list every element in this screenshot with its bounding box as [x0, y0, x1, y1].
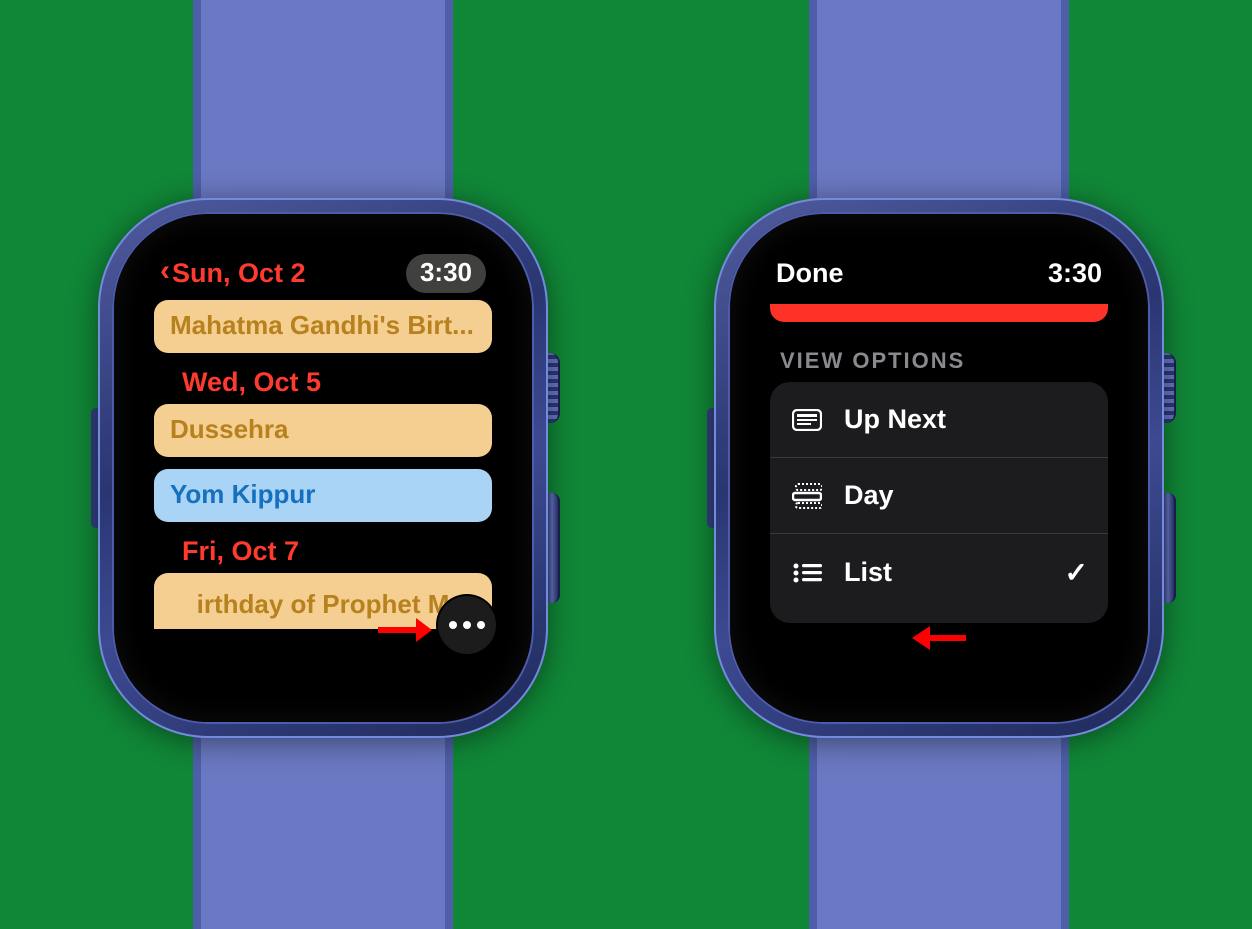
event-title: Mahatma Gandhi's Birt...: [170, 310, 474, 340]
option-label: Day: [844, 480, 894, 511]
option-label: List: [844, 557, 892, 588]
option-label: Up Next: [844, 404, 946, 435]
watch-left-calendar: ‹ Sun, Oct 2 3:30 Mahatma Gandhi's Birt.…: [98, 198, 548, 738]
status-bar: ‹ Sun, Oct 2 3:30: [154, 248, 492, 298]
ellipsis-icon: [449, 621, 485, 629]
new-event-button[interactable]: New Event: [770, 304, 1108, 322]
back-button[interactable]: ‹ Sun, Oct 2: [160, 256, 306, 290]
header-date: Sun, Oct 2: [172, 258, 306, 289]
list-item[interactable]: Yom Kippur: [154, 469, 492, 522]
status-bar: Done 3:30: [770, 248, 1108, 298]
upnext-icon: [790, 409, 824, 431]
day-header: Wed, Oct 5: [182, 367, 492, 398]
option-list[interactable]: List ✓: [770, 534, 1108, 623]
option-up-next[interactable]: Up Next: [770, 382, 1108, 458]
side-button[interactable]: [1162, 493, 1176, 603]
clock: 3:30: [1048, 258, 1102, 289]
new-event-label: New Event: [876, 304, 1002, 310]
day-icon: [790, 483, 824, 509]
more-button[interactable]: [438, 596, 496, 654]
event-title: irthday of Prophet M: [197, 589, 450, 619]
event-title: Yom Kippur: [170, 479, 315, 509]
view-options-list: Up Next Day: [770, 382, 1108, 623]
clock: 3:30: [406, 254, 486, 293]
chevron-left-icon: ‹: [160, 256, 170, 290]
section-header: VIEW OPTIONS: [780, 348, 1108, 374]
checkmark-icon: ✓: [1065, 556, 1088, 589]
watch-right-view-options: Done 3:30 New Event VIEW OPTIONS: [714, 198, 1164, 738]
day-header: Fri, Oct 7: [182, 536, 492, 567]
list-item[interactable]: Mahatma Gandhi's Birt...: [154, 300, 492, 353]
event-title: Dussehra: [170, 414, 289, 444]
list-item[interactable]: Dussehra: [154, 404, 492, 457]
screen: ‹ Sun, Oct 2 3:30 Mahatma Gandhi's Birt.…: [136, 236, 510, 700]
side-button[interactable]: [546, 493, 560, 603]
option-day[interactable]: Day: [770, 458, 1108, 534]
list-icon: [790, 562, 824, 584]
done-button[interactable]: Done: [776, 258, 844, 289]
screen: Done 3:30 New Event VIEW OPTIONS: [752, 236, 1126, 700]
